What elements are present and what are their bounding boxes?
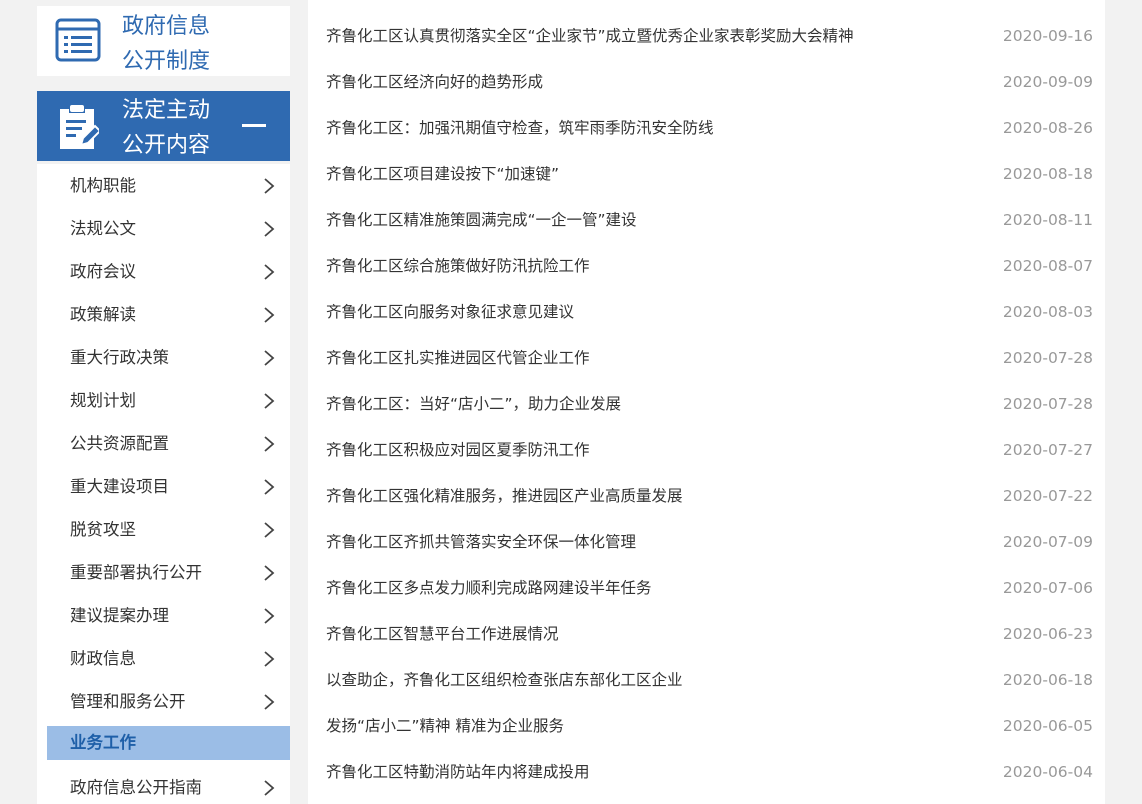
sidebar-item-disclosure-guide[interactable]: 政府信息公开指南	[37, 766, 290, 804]
article-title[interactable]: 以查助企，齐鲁化工区组织检查张店东部化工区企业	[326, 657, 683, 703]
chevron-right-icon	[264, 221, 275, 237]
sidebar-item-proposals[interactable]: 建议提案办理	[37, 594, 290, 637]
list-item[interactable]: 齐鲁化工区扎实推进园区代管企业工作 2020-07-28	[308, 335, 1105, 381]
chevron-right-icon	[264, 479, 275, 495]
sidebar-item-business-work[interactable]: 业务工作	[47, 726, 290, 760]
list-item[interactable]: 齐鲁化工区齐抓共管落实安全环保一体化管理 2020-07-09	[308, 519, 1105, 565]
sidebar-item-management-services[interactable]: 管理和服务公开	[37, 680, 290, 723]
article-title[interactable]: 齐鲁化工区精准施策圆满完成“一企一管”建设	[326, 197, 637, 243]
statutory-disclosure-block[interactable]: 法定主动 公开内容	[37, 91, 290, 161]
list-item[interactable]: 齐鲁化工区向服务对象征求意见建议 2020-08-03	[308, 289, 1105, 335]
list-item[interactable]: 以查助企，齐鲁化工区组织检查张店东部化工区企业 2020-06-18	[308, 657, 1105, 703]
article-date: 2020-07-09	[1002, 533, 1093, 551]
article-date: 2020-07-06	[1002, 579, 1093, 597]
list-item[interactable]: 齐鲁化工区强化精准服务，推进园区产业高质量发展 2020-07-22	[308, 473, 1105, 519]
list-item[interactable]: 齐鲁化工区认真贯彻落实全区“企业家节”成立暨优秀企业家表彰奖励大会精神 2020-…	[308, 13, 1105, 59]
sidebar-item-key-deployments[interactable]: 重要部署执行公开	[37, 551, 290, 594]
article-date: 2020-06-18	[1002, 671, 1093, 689]
sidebar-item-major-projects[interactable]: 重大建设项目	[37, 465, 290, 508]
disclosure-system-block[interactable]: 政府信息 公开制度	[37, 6, 290, 76]
article-title[interactable]: 齐鲁化工区经济向好的趋势形成	[326, 59, 543, 105]
article-date: 2020-06-05	[1002, 717, 1093, 735]
article-date: 2020-08-03	[1002, 303, 1093, 321]
list-item[interactable]: 齐鲁化工区项目建设按下“加速键” 2020-08-18	[308, 151, 1105, 197]
article-title[interactable]: 齐鲁化工区向服务对象征求意见建议	[326, 289, 574, 335]
article-title[interactable]: 齐鲁化工区智慧平台工作进展情况	[326, 611, 559, 657]
chevron-right-icon	[264, 694, 275, 710]
list-item[interactable]: 齐鲁化工区多点发力顺利完成路网建设半年任务 2020-07-06	[308, 565, 1105, 611]
disclosure-system-title: 政府信息 公开制度	[122, 14, 211, 74]
chevron-right-icon	[264, 780, 275, 796]
chevron-right-icon	[264, 522, 275, 538]
list-item[interactable]: 齐鲁化工区：当好“店小二”，助力企业发展 2020-07-28	[308, 381, 1105, 427]
collapse-minus-icon[interactable]	[242, 124, 266, 127]
sidebar-item-public-resources[interactable]: 公共资源配置	[37, 422, 290, 465]
article-title[interactable]: 齐鲁化工区强化精准服务，推进园区产业高质量发展	[326, 473, 683, 519]
article-title[interactable]: 齐鲁化工区综合施策做好防汛抗险工作	[326, 243, 590, 289]
list-item[interactable]: 齐鲁化工区智慧平台工作进展情况 2020-06-23	[308, 611, 1105, 657]
chevron-right-icon	[264, 350, 275, 366]
chevron-right-icon	[264, 651, 275, 667]
sidebar-item-institutional-functions[interactable]: 机构职能	[37, 164, 290, 207]
article-title[interactable]: 齐鲁化工区认真贯彻落实全区“企业家节”成立暨优秀企业家表彰奖励大会精神	[326, 13, 854, 59]
statutory-disclosure-title: 法定主动 公开内容	[122, 98, 211, 158]
sidebar-item-major-decisions[interactable]: 重大行政决策	[37, 336, 290, 379]
article-list: 齐鲁化工区认真贯彻落实全区“企业家节”成立暨优秀企业家表彰奖励大会精神 2020-…	[308, 0, 1105, 804]
list-item[interactable]: 齐鲁化工区积极应对园区夏季防汛工作 2020-07-27	[308, 427, 1105, 473]
sidebar-item-fiscal-info[interactable]: 财政信息	[37, 637, 290, 680]
article-title[interactable]: 齐鲁化工区齐抓共管落实安全环保一体化管理	[326, 519, 636, 565]
list-item[interactable]: 齐鲁化工区：加强汛期值守检查，筑牢雨季防汛安全防线 2020-08-26	[308, 105, 1105, 151]
chevron-right-icon	[264, 178, 275, 194]
list-item[interactable]: 齐鲁化工区特勤消防站年内将建成投用 2020-06-04	[308, 749, 1105, 795]
sidebar-item-regulations[interactable]: 法规公文	[37, 207, 290, 250]
sidebar-item-planning[interactable]: 规划计划	[37, 379, 290, 422]
list-item[interactable]: 齐鲁化工区精准施策圆满完成“一企一管”建设 2020-08-11	[308, 197, 1105, 243]
article-title[interactable]: 齐鲁化工区积极应对园区夏季防汛工作	[326, 427, 590, 473]
article-date: 2020-07-28	[1002, 349, 1093, 367]
article-date: 2020-09-09	[1002, 73, 1093, 91]
sidebar-item-poverty-alleviation[interactable]: 脱贫攻坚	[37, 508, 290, 551]
clipboard-edit-icon	[60, 105, 99, 149]
sidebar: 政府信息 公开制度 法定主动 公开内容 机构职能 法规公文 政府会议 政策解读 …	[37, 0, 290, 804]
article-title[interactable]: 齐鲁化工区：当好“店小二”，助力企业发展	[326, 381, 621, 427]
article-date: 2020-06-04	[1002, 763, 1093, 781]
article-date: 2020-07-28	[1002, 395, 1093, 413]
article-title[interactable]: 齐鲁化工区多点发力顺利完成路网建设半年任务	[326, 565, 652, 611]
chevron-right-icon	[264, 393, 275, 409]
article-date: 2020-08-11	[1002, 211, 1093, 229]
article-title[interactable]: 齐鲁化工区：加强汛期值守检查，筑牢雨季防汛安全防线	[326, 105, 714, 151]
sidebar-item-government-meetings[interactable]: 政府会议	[37, 250, 290, 293]
article-date: 2020-07-27	[1002, 441, 1093, 459]
sidebar-menu: 机构职能 法规公文 政府会议 政策解读 重大行政决策 规划计划 公共资源配置 重…	[37, 164, 290, 804]
chevron-right-icon	[264, 608, 275, 624]
article-title[interactable]: 齐鲁化工区项目建设按下“加速键”	[326, 151, 559, 197]
list-item[interactable]: 齐鲁化工区经济向好的趋势形成 2020-09-09	[308, 59, 1105, 105]
list-item[interactable]: 发扬“店小二”精神 精准为企业服务 2020-06-05	[308, 703, 1105, 749]
sidebar-item-policy-interpretation[interactable]: 政策解读	[37, 293, 290, 336]
document-list-icon	[55, 18, 101, 62]
chevron-right-icon	[264, 436, 275, 452]
article-date: 2020-07-22	[1002, 487, 1093, 505]
article-title[interactable]: 发扬“店小二”精神 精准为企业服务	[326, 703, 564, 749]
article-title[interactable]: 齐鲁化工区特勤消防站年内将建成投用	[326, 749, 590, 795]
chevron-right-icon	[264, 565, 275, 581]
article-date: 2020-06-23	[1002, 625, 1093, 643]
chevron-right-icon	[264, 264, 275, 280]
article-date: 2020-08-07	[1002, 257, 1093, 275]
article-date: 2020-09-16	[1002, 27, 1093, 45]
list-item[interactable]: 齐鲁化工区综合施策做好防汛抗险工作 2020-08-07	[308, 243, 1105, 289]
chevron-right-icon	[264, 307, 275, 323]
article-date: 2020-08-26	[1002, 119, 1093, 137]
article-title[interactable]: 齐鲁化工区扎实推进园区代管企业工作	[326, 335, 590, 381]
article-date: 2020-08-18	[1002, 165, 1093, 183]
